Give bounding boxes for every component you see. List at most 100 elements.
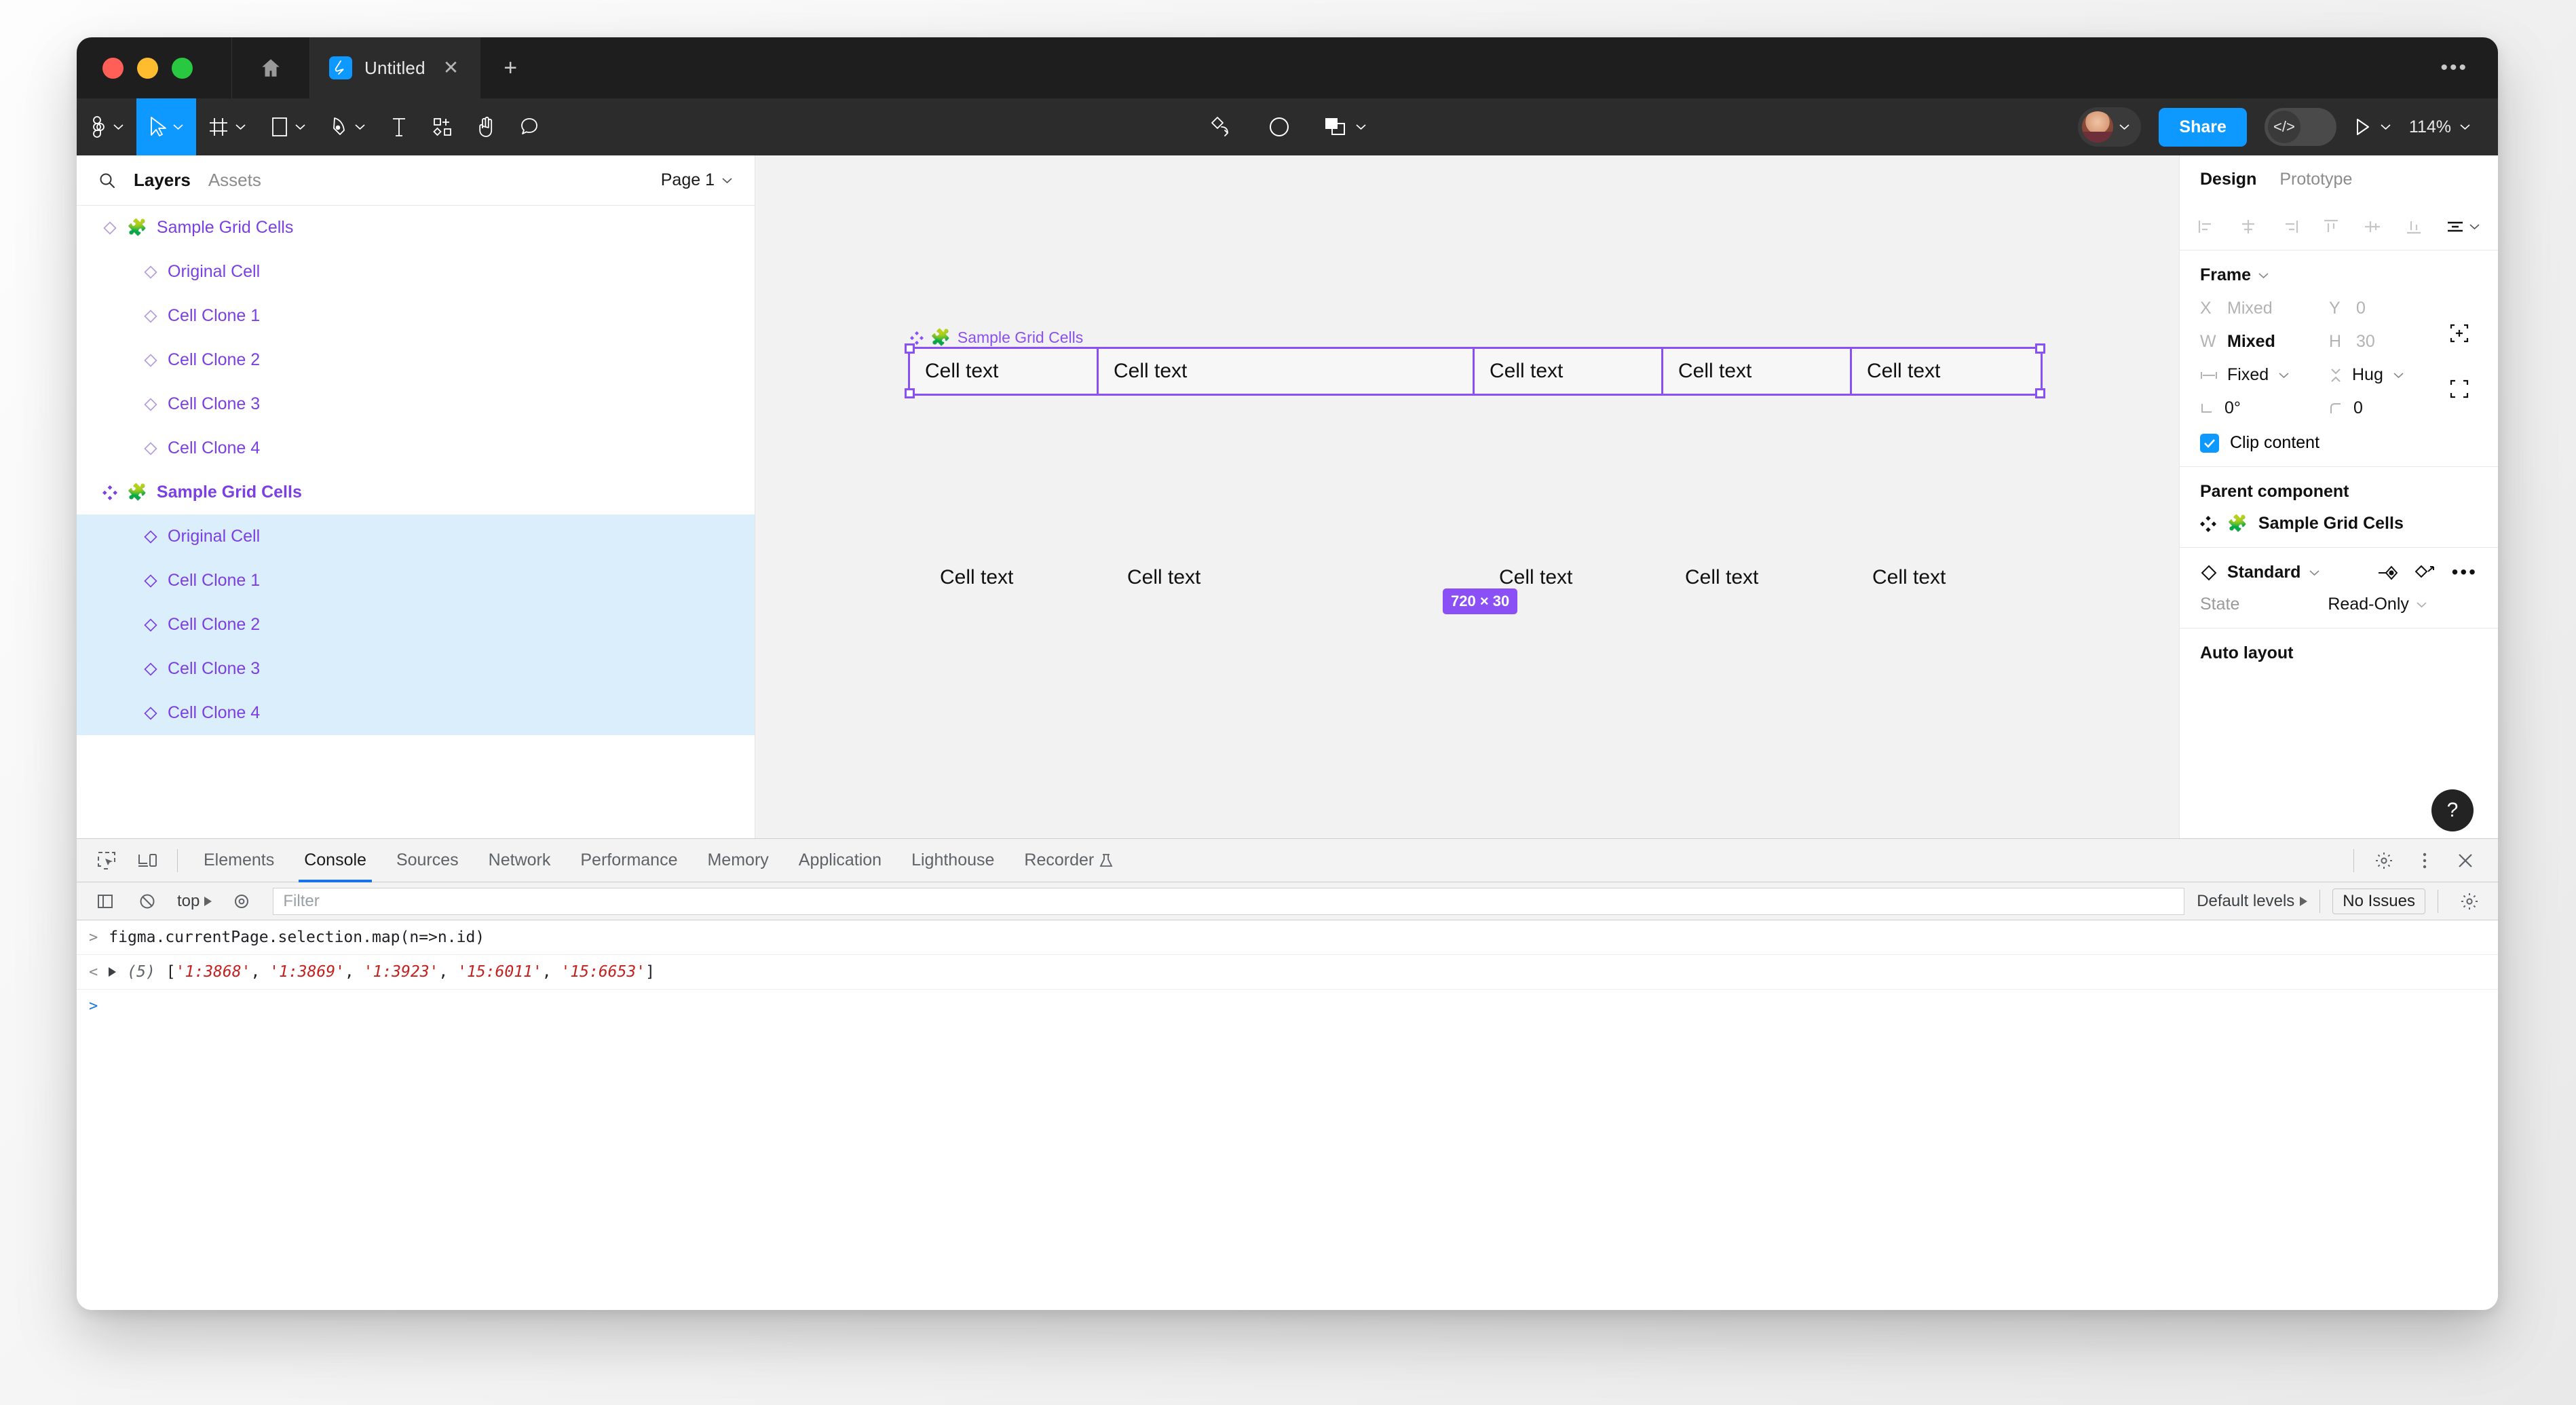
align-horizontal-center-icon[interactable]	[2239, 219, 2258, 235]
search-icon[interactable]	[98, 172, 116, 189]
devtools-tab-performance[interactable]: Performance	[565, 839, 692, 882]
maximize-window-button[interactable]	[172, 57, 193, 79]
layer-row[interactable]: Cell Clone 1	[77, 294, 755, 338]
h-field[interactable]: H 30	[2329, 332, 2458, 352]
layer-row[interactable]: Cell Clone 3	[77, 382, 755, 426]
devtools-more-button[interactable]	[2406, 842, 2444, 880]
file-tab[interactable]: Untitled ✕	[310, 37, 481, 98]
live-expression-button[interactable]	[223, 882, 261, 920]
tab-assets[interactable]: Assets	[208, 170, 261, 191]
pen-tool-button[interactable]	[318, 98, 378, 155]
shape-tool-button[interactable]	[259, 98, 318, 155]
align-vertical-center-icon[interactable]	[2363, 219, 2382, 235]
align-right-icon[interactable]	[2280, 219, 2299, 235]
zoom-menu-button[interactable]: 114%	[2409, 117, 2471, 137]
devtools-settings-button[interactable]	[2365, 842, 2403, 880]
device-toolbar-button[interactable]	[128, 842, 166, 880]
layer-row[interactable]: Cell Clone 2	[77, 338, 755, 382]
console-result-line[interactable]: < (5) ['1:3868', '1:3869', '1:3923', '15…	[77, 955, 2498, 990]
help-button[interactable]: ?	[2431, 789, 2474, 831]
corner-radius-field[interactable]: 0	[2329, 398, 2458, 418]
devtools-tab-console[interactable]: Console	[289, 839, 381, 882]
dev-mode-toggle[interactable]: </>	[2264, 108, 2336, 146]
inspect-element-button[interactable]	[88, 842, 126, 880]
state-selector[interactable]: Read-Only	[2328, 595, 2427, 614]
present-button[interactable]	[2354, 117, 2391, 136]
grid-cell[interactable]: Cell text	[1685, 566, 1758, 589]
expand-triangle-icon[interactable]	[109, 967, 117, 977]
layer-row[interactable]: Cell Clone 2	[77, 603, 755, 647]
log-levels-selector[interactable]: Default levels	[2197, 892, 2308, 911]
console-sidebar-toggle[interactable]	[86, 882, 124, 920]
w-field[interactable]: W Mixed	[2200, 332, 2329, 352]
window-menu-button[interactable]: •••	[2440, 56, 2468, 79]
grid-cell[interactable]: Cell text	[910, 349, 1099, 394]
grid-cell[interactable]: Cell text	[1852, 349, 2041, 394]
text-tool-button[interactable]	[378, 98, 420, 155]
home-button[interactable]	[232, 37, 309, 98]
devtools-tab-recorder[interactable]: Recorder	[1009, 839, 1128, 882]
clip-content-row[interactable]: Clip content	[2200, 433, 2478, 453]
console-settings-button[interactable]	[2450, 882, 2488, 920]
layer-row[interactable]: 🧩 Sample Grid Cells	[77, 470, 755, 514]
new-tab-button[interactable]: +	[480, 56, 540, 79]
layer-row[interactable]: Cell Clone 3	[77, 647, 755, 691]
align-bottom-icon[interactable]	[2404, 219, 2423, 235]
clip-content-checkbox[interactable]	[2200, 433, 2219, 453]
devtools-tab-elements[interactable]: Elements	[189, 839, 289, 882]
vertical-resizing-field[interactable]: Hug	[2329, 365, 2458, 385]
instance-more-button[interactable]: •••	[2452, 563, 2478, 582]
frame-tool-button[interactable]	[196, 98, 259, 155]
independent-corners-icon[interactable]	[2449, 379, 2469, 399]
selection-handle[interactable]	[905, 388, 915, 398]
share-button[interactable]: Share	[2159, 107, 2247, 147]
devtools-tab-memory[interactable]: Memory	[692, 839, 783, 882]
swap-instance-icon[interactable]	[2377, 564, 2399, 582]
devtools-tab-application[interactable]: Application	[784, 839, 896, 882]
tab-prototype[interactable]: Prototype	[2279, 170, 2352, 189]
console-input-line[interactable]: > figma.currentPage.selection.map(n=>n.i…	[77, 920, 2498, 955]
layer-row[interactable]: 🧩 Sample Grid Cells	[77, 206, 755, 250]
frame-section-title[interactable]: Frame	[2200, 265, 2478, 285]
horizontal-resizing-field[interactable]: Fixed	[2200, 365, 2329, 385]
layer-row[interactable]: Cell Clone 1	[77, 559, 755, 603]
reset-instance-icon[interactable]	[1209, 114, 1234, 140]
resources-tool-button[interactable]	[420, 98, 465, 155]
devtools-tab-sources[interactable]: Sources	[381, 839, 474, 882]
issues-badge[interactable]: No Issues	[2332, 888, 2425, 914]
minimize-window-button[interactable]	[137, 57, 158, 79]
chevron-down-icon[interactable]	[2309, 569, 2320, 576]
x-field[interactable]: X Mixed	[2200, 299, 2329, 318]
hand-tool-button[interactable]	[465, 98, 508, 155]
unselected-grid-row[interactable]: Cell text Cell text Cell text Cell text Cell…	[910, 566, 2050, 607]
execution-context-selector[interactable]: top	[170, 892, 219, 911]
selection-handle[interactable]	[2035, 388, 2045, 398]
absolute-position-icon[interactable]	[2449, 323, 2469, 343]
grid-cell[interactable]: Cell text	[1475, 349, 1663, 394]
layer-row[interactable]: Cell Clone 4	[77, 691, 755, 735]
console-filter-input[interactable]: Filter	[273, 887, 2185, 915]
go-to-main-component-icon[interactable]	[2414, 563, 2436, 582]
clear-console-button[interactable]	[128, 882, 166, 920]
grid-cell[interactable]: Cell text	[1663, 349, 1852, 394]
tab-layers[interactable]: Layers	[134, 170, 191, 191]
y-field[interactable]: Y 0	[2329, 299, 2458, 318]
grid-cell[interactable]: Cell text	[1499, 566, 1572, 589]
devtools-tab-lighthouse[interactable]: Lighthouse	[896, 839, 1009, 882]
page-selector[interactable]: Page 1	[661, 170, 733, 190]
figma-menu-button[interactable]	[77, 98, 136, 155]
parent-component-row[interactable]: 🧩 Sample Grid Cells	[2200, 514, 2478, 533]
tab-design[interactable]: Design	[2200, 170, 2256, 189]
frame-label[interactable]: 🧩 Sample Grid Cells	[910, 329, 1083, 347]
align-left-icon[interactable]	[2197, 219, 2216, 235]
boolean-group[interactable]	[1324, 117, 1367, 137]
move-tool-button[interactable]	[136, 98, 196, 155]
layer-row[interactable]: Original Cell	[77, 514, 755, 559]
grid-cell[interactable]: Cell text	[1872, 566, 1946, 589]
devtools-tab-network[interactable]: Network	[474, 839, 566, 882]
devtools-close-button[interactable]	[2446, 842, 2484, 880]
grid-cell[interactable]: Cell text	[940, 566, 1013, 589]
selected-grid-row[interactable]: Cell text Cell text Cell text Cell text Cell…	[908, 347, 2043, 396]
grid-cell[interactable]: Cell text	[1127, 566, 1200, 589]
instance-variant-value[interactable]: Standard	[2227, 563, 2300, 582]
